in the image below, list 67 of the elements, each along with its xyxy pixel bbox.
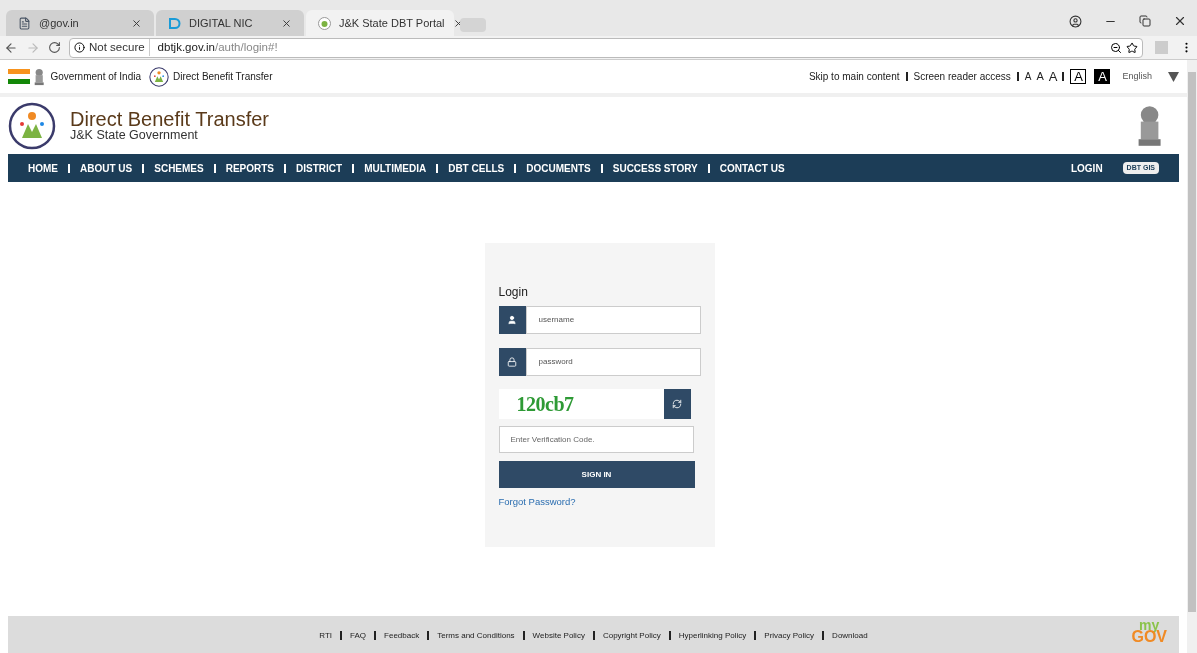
logo-icon — [318, 16, 331, 30]
contrast-button[interactable]: A — [1070, 69, 1087, 84]
nav-link[interactable]: CONTACT US — [719, 160, 785, 176]
reload-icon[interactable] — [48, 41, 61, 54]
site-title: Direct Benefit Transfer — [70, 109, 269, 130]
restore-icon[interactable] — [1139, 15, 1151, 27]
mygov-logo: my GOV — [1131, 620, 1167, 644]
dropdown-icon[interactable] — [1168, 71, 1179, 82]
nav-link[interactable]: REPORTS — [225, 160, 275, 176]
font-size-button[interactable]: A — [1048, 66, 1058, 87]
skip-link[interactable]: Skip to main content — [808, 69, 900, 84]
screen-reader-link[interactable]: Screen reader access — [913, 69, 1011, 84]
nav-link[interactable]: HOME — [28, 160, 58, 176]
font-size-button[interactable]: A — [1024, 69, 1032, 84]
close-icon[interactable] — [131, 17, 142, 29]
footer-link[interactable]: FAQ — [350, 630, 367, 642]
bookmark-icon[interactable] — [1126, 41, 1138, 54]
zoom-icon[interactable] — [1110, 41, 1122, 54]
nav-link[interactable]: DISTRICT — [296, 160, 343, 176]
user-icon — [507, 315, 517, 325]
url-text: dbtjk.gov.in/auth/login#! — [156, 39, 278, 55]
captcha-image: 120cb7 — [498, 389, 664, 419]
document-icon — [18, 16, 31, 30]
address-bar[interactable]: Not secure dbtjk.gov.in/auth/login#! — [69, 37, 1143, 58]
nav-link[interactable]: SCHEMES — [154, 160, 204, 176]
username-field[interactable]: username — [525, 306, 701, 334]
login-link[interactable]: LOGIN — [1070, 160, 1103, 176]
emblem-icon — [32, 67, 47, 86]
footer-link[interactable]: Hyperlinking Policy — [678, 630, 747, 642]
password-field[interactable]: password — [525, 348, 701, 376]
dbt-link[interactable]: Direct Benefit Transfer — [173, 69, 273, 84]
footer-link[interactable]: RTI — [319, 630, 333, 642]
footer-link[interactable]: Copyright Policy — [602, 630, 661, 642]
refresh-captcha-button[interactable] — [663, 389, 691, 419]
font-size-button[interactable]: A — [1036, 68, 1044, 85]
browser-tab[interactable]: @gov.in — [6, 10, 154, 36]
footer-link[interactable]: Feedback — [384, 630, 420, 642]
close-icon[interactable] — [281, 17, 292, 29]
government-link[interactable]: Government of India — [50, 69, 141, 84]
language-select[interactable]: English — [1122, 69, 1152, 84]
nav-link[interactable]: DOCUMENTS — [526, 160, 591, 176]
dbt-logo-icon — [149, 66, 169, 87]
forgot-password-link[interactable]: Forgot Password? — [498, 495, 701, 510]
footer-link[interactable]: Website Policy — [532, 630, 585, 642]
login-title: Login — [498, 284, 529, 301]
nav-link[interactable]: ABOUT US — [80, 160, 133, 176]
nav-link[interactable]: MULTIMEDIA — [364, 160, 427, 176]
india-flag-icon — [8, 69, 30, 84]
verification-code-field[interactable]: Enter Verification Code. — [498, 426, 694, 453]
footer-link[interactable]: Privacy Policy — [764, 630, 815, 642]
close-icon[interactable] — [1173, 14, 1187, 28]
account-icon[interactable] — [1069, 14, 1082, 28]
nav-link[interactable]: DBT CELLS — [448, 160, 505, 176]
info-icon — [74, 42, 85, 53]
contrast-button[interactable]: A — [1094, 69, 1111, 84]
security-label: Not secure — [89, 38, 150, 57]
browser-tab[interactable]: DIGITAL NIC — [156, 10, 304, 36]
site-subtitle: J&K State Government — [70, 129, 199, 142]
refresh-icon — [672, 399, 682, 409]
dbt-logo-icon — [8, 101, 56, 150]
footer-link[interactable]: Terms and Conditions — [437, 630, 515, 642]
back-icon[interactable] — [4, 40, 18, 55]
footer-link[interactable]: Download — [832, 630, 868, 642]
sign-in-button[interactable]: SIGN IN — [498, 461, 695, 488]
lock-icon — [507, 357, 517, 367]
logo-icon — [168, 16, 181, 30]
nav-link[interactable]: SUCCESS STORY — [612, 160, 698, 176]
